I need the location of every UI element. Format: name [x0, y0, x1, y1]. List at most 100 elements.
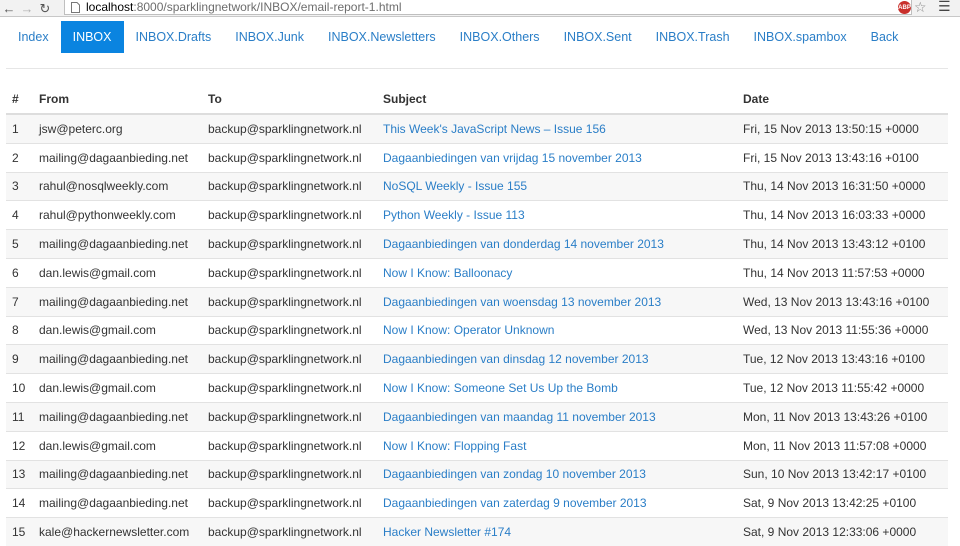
- sender: dan.lewis@gmail.com: [33, 315, 202, 345]
- recipient: backup@sparklingnetwork.nl: [202, 200, 377, 230]
- date: Fri, 15 Nov 2013 13:43:16 +0100: [737, 142, 948, 173]
- subject-link[interactable]: NoSQL Weekly - Issue 155: [377, 171, 737, 201]
- bookmark-star-icon[interactable]: ☆: [914, 0, 927, 16]
- subject-link[interactable]: Now I Know: Flopping Fast: [377, 430, 737, 461]
- subject-link[interactable]: Dagaanbiedingen van dinsdag 12 november …: [377, 344, 737, 374]
- date: Tue, 12 Nov 2013 13:43:16 +0100: [737, 344, 948, 374]
- table-row: 2 mailing@dagaanbieding.net backup@spark…: [6, 142, 948, 173]
- recipient: backup@sparklingnetwork.nl: [202, 344, 377, 374]
- sender: mailing@dagaanbieding.net: [33, 142, 202, 173]
- subject-link[interactable]: Dagaanbiedingen van vrijdag 15 november …: [377, 142, 737, 173]
- column-header-subject: Subject: [377, 85, 737, 115]
- recipient: backup@sparklingnetwork.nl: [202, 430, 377, 461]
- email-table: # From To Subject Date 1 jsw@peterc.org …: [6, 85, 948, 546]
- recipient: backup@sparklingnetwork.nl: [202, 113, 377, 144]
- table-row: 9 mailing@dagaanbieding.net backup@spark…: [6, 344, 948, 374]
- row-number: 9: [6, 344, 33, 374]
- row-number: 2: [6, 142, 33, 173]
- tab-inbox-drafts[interactable]: INBOX.Drafts: [124, 21, 224, 53]
- row-number: 14: [6, 488, 33, 518]
- row-number: 12: [6, 430, 33, 461]
- subject-link[interactable]: This Week's JavaScript News – Issue 156: [377, 113, 737, 144]
- tab-inbox-others[interactable]: INBOX.Others: [448, 21, 552, 53]
- forward-arrow-icon[interactable]: →: [18, 0, 36, 16]
- table-header-row: # From To Subject Date: [6, 85, 948, 115]
- date: Wed, 13 Nov 2013 11:55:36 +0000: [737, 315, 948, 345]
- subject-link[interactable]: Hacker Newsletter #174: [377, 517, 737, 546]
- tab-inbox[interactable]: INBOX: [60, 21, 124, 53]
- adblock-icon[interactable]: ABP: [898, 1, 911, 14]
- date: Sun, 10 Nov 2013 13:42:17 +0100: [737, 459, 948, 489]
- subject-link[interactable]: Dagaanbiedingen van maandag 11 november …: [377, 401, 737, 432]
- table-row: 10 dan.lewis@gmail.com backup@sparklingn…: [6, 373, 948, 403]
- menu-icon[interactable]: ☰: [938, 0, 951, 15]
- table-row: 12 dan.lewis@gmail.com backup@sparklingn…: [6, 430, 948, 461]
- subject-link[interactable]: Now I Know: Operator Unknown: [377, 315, 737, 345]
- tab-inbox-sent[interactable]: INBOX.Sent: [552, 21, 644, 53]
- row-number: 5: [6, 229, 33, 259]
- column-header-from: From: [33, 85, 202, 115]
- date: Mon, 11 Nov 2013 11:57:08 +0000: [737, 430, 948, 461]
- row-number: 4: [6, 200, 33, 230]
- row-number: 13: [6, 459, 33, 489]
- column-header-number: #: [6, 85, 33, 115]
- subject-link[interactable]: Dagaanbiedingen van donderdag 14 novembe…: [377, 229, 737, 259]
- folder-tabs: Index INBOX INBOX.Drafts INBOX.Junk INBO…: [6, 21, 910, 53]
- address-bar[interactable]: localhost:8000/sparklingnetwork/INBOX/em…: [64, 0, 912, 15]
- recipient: backup@sparklingnetwork.nl: [202, 459, 377, 489]
- table-row: 7 mailing@dagaanbieding.net backup@spark…: [6, 286, 948, 317]
- tab-inbox-spambox[interactable]: INBOX.spambox: [742, 21, 859, 53]
- sender: mailing@dagaanbieding.net: [33, 459, 202, 489]
- sender: kale@hackernewsletter.com: [33, 517, 202, 546]
- sender: mailing@dagaanbieding.net: [33, 344, 202, 374]
- subject-link[interactable]: Python Weekly - Issue 113: [377, 200, 737, 230]
- date: Tue, 12 Nov 2013 11:55:42 +0000: [737, 373, 948, 403]
- date: Thu, 14 Nov 2013 13:43:12 +0100: [737, 229, 948, 259]
- subject-link[interactable]: Now I Know: Someone Set Us Up the Bomb: [377, 373, 737, 403]
- sender: dan.lewis@gmail.com: [33, 430, 202, 461]
- table-row: 13 mailing@dagaanbieding.net backup@spar…: [6, 459, 948, 489]
- tab-index[interactable]: Index: [6, 21, 61, 53]
- table-row: 3 rahul@nosqlweekly.com backup@sparkling…: [6, 171, 948, 201]
- sender: mailing@dagaanbieding.net: [33, 229, 202, 259]
- recipient: backup@sparklingnetwork.nl: [202, 488, 377, 518]
- table-row: 1 jsw@peterc.org backup@sparklingnetwork…: [6, 113, 948, 144]
- table-row: 8 dan.lewis@gmail.com backup@sparklingne…: [6, 315, 948, 345]
- page-icon: [68, 0, 82, 14]
- back-arrow-icon[interactable]: ←: [0, 0, 18, 16]
- column-header-date: Date: [737, 85, 948, 115]
- table-row: 6 dan.lewis@gmail.com backup@sparklingne…: [6, 257, 948, 288]
- recipient: backup@sparklingnetwork.nl: [202, 142, 377, 173]
- row-number: 1: [6, 113, 33, 144]
- recipient: backup@sparklingnetwork.nl: [202, 286, 377, 317]
- row-number: 8: [6, 315, 33, 345]
- subject-link[interactable]: Now I Know: Balloonacy: [377, 257, 737, 288]
- reload-icon[interactable]: ↻: [36, 0, 54, 16]
- tab-inbox-trash[interactable]: INBOX.Trash: [644, 21, 742, 53]
- recipient: backup@sparklingnetwork.nl: [202, 171, 377, 201]
- sender: mailing@dagaanbieding.net: [33, 488, 202, 518]
- sender: rahul@nosqlweekly.com: [33, 171, 202, 201]
- table-row: 14 mailing@dagaanbieding.net backup@spar…: [6, 488, 948, 518]
- subject-link[interactable]: Dagaanbiedingen van zaterdag 9 november …: [377, 488, 737, 518]
- sender: rahul@pythonweekly.com: [33, 200, 202, 230]
- tab-inbox-junk[interactable]: INBOX.Junk: [223, 21, 316, 53]
- date: Thu, 14 Nov 2013 16:31:50 +0000: [737, 171, 948, 201]
- table-row: 5 mailing@dagaanbieding.net backup@spark…: [6, 229, 948, 259]
- tab-back[interactable]: Back: [859, 21, 911, 53]
- sender: dan.lewis@gmail.com: [33, 373, 202, 403]
- sender: mailing@dagaanbieding.net: [33, 401, 202, 432]
- tab-inbox-newsletters[interactable]: INBOX.Newsletters: [316, 21, 448, 53]
- recipient: backup@sparklingnetwork.nl: [202, 257, 377, 288]
- subject-link[interactable]: Dagaanbiedingen van zondag 10 november 2…: [377, 459, 737, 489]
- url-path: :8000/sparklingnetwork/INBOX/email-repor…: [133, 0, 402, 14]
- date: Sat, 9 Nov 2013 12:33:06 +0000: [737, 517, 948, 546]
- recipient: backup@sparklingnetwork.nl: [202, 315, 377, 345]
- row-number: 11: [6, 401, 33, 432]
- date: Mon, 11 Nov 2013 13:43:26 +0100: [737, 401, 948, 432]
- table-row: 11 mailing@dagaanbieding.net backup@spar…: [6, 401, 948, 432]
- row-number: 7: [6, 286, 33, 317]
- row-number: 6: [6, 257, 33, 288]
- subject-link[interactable]: Dagaanbiedingen van woensdag 13 november…: [377, 286, 737, 317]
- recipient: backup@sparklingnetwork.nl: [202, 229, 377, 259]
